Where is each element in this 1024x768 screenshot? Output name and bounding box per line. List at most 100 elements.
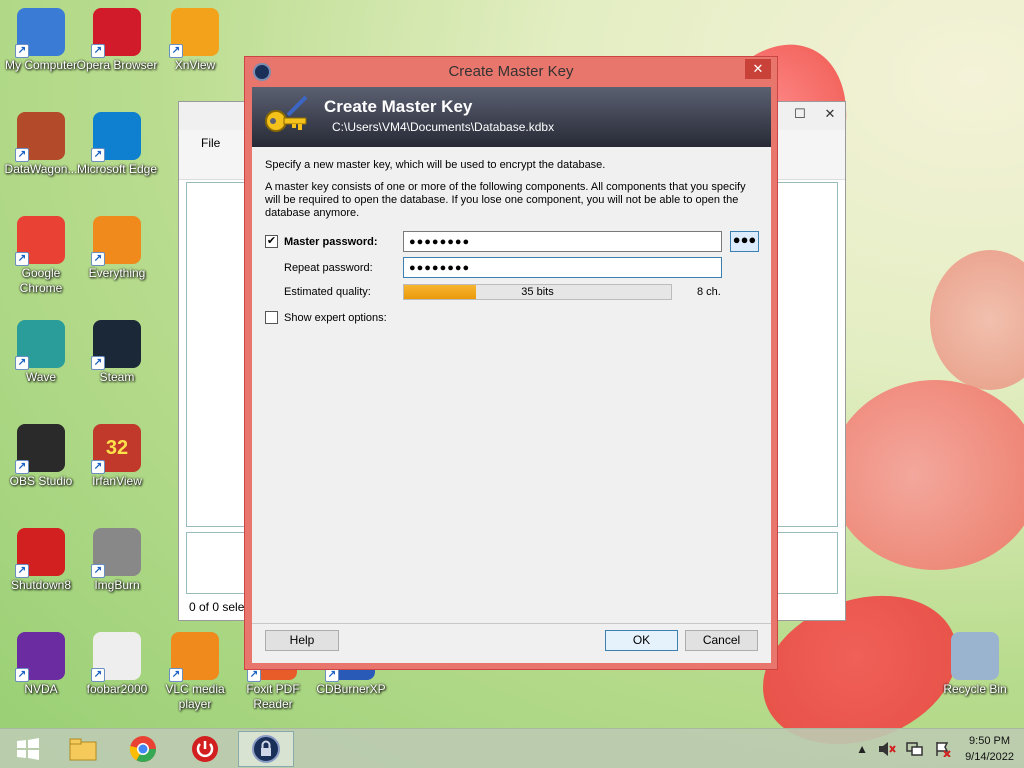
clock-date: 9/14/2022 xyxy=(965,751,1014,763)
file-explorer-taskbar-button[interactable] xyxy=(55,731,111,767)
shortcut-arrow-icon: ↗ xyxy=(91,564,105,578)
expert-options-checkbox[interactable] xyxy=(265,311,278,324)
password-length: 8 ch. xyxy=(697,286,721,298)
power-icon xyxy=(192,736,218,762)
close-icon[interactable]: ✕ xyxy=(815,102,845,126)
desktop-icon-label: Recycle Bin xyxy=(943,682,1007,696)
app-icon: ↗ xyxy=(15,528,65,578)
status-bar-text: 0 of 0 selec xyxy=(189,600,251,614)
banner-title: Create Master Key xyxy=(324,97,473,116)
repeat-password-label: Repeat password: xyxy=(284,262,373,274)
shortcut-arrow-icon: ↗ xyxy=(15,668,29,682)
master-password-checkbox[interactable]: ✔ xyxy=(265,235,278,248)
desktop-icon-label: ImgBurn xyxy=(94,578,140,592)
tray-expand-icon[interactable]: ▲ xyxy=(856,742,868,756)
wallpaper-petal xyxy=(930,250,1024,390)
ok-button[interactable]: OK xyxy=(605,630,678,651)
quality-label: Estimated quality: xyxy=(284,286,371,298)
desktop-icon[interactable]: ↗ Shutdown8 xyxy=(0,528,82,593)
shortcut-arrow-icon: ↗ xyxy=(169,668,183,682)
desktop-icon-label: Steam xyxy=(99,370,135,384)
taskbar: ▲ 9:50 PM 9/14/2022 xyxy=(0,728,1024,768)
app-icon: 32 ↗ xyxy=(91,424,141,474)
desktop-icon-label: IrfanView xyxy=(92,474,142,488)
desktop-icon[interactable]: ↗ VLC media player xyxy=(154,632,236,712)
wallpaper-petal xyxy=(830,380,1024,570)
desktop-icon-label: NVDA xyxy=(24,682,58,696)
desktop-icon[interactable]: ↗ My Computer xyxy=(0,8,82,73)
app-icon: ↗ xyxy=(91,112,141,162)
close-button[interactable]: ✕ xyxy=(745,59,771,79)
app-icon: ↗ xyxy=(15,8,65,58)
dialog-title-bar: Create Master Key ✕ xyxy=(245,57,777,87)
app-icon: ↗ xyxy=(15,216,65,266)
speaker-muted-icon[interactable] xyxy=(878,741,896,757)
desktop-icon[interactable]: ↗ Wave xyxy=(0,320,82,385)
desktop-icon[interactable]: 32 ↗ IrfanView xyxy=(76,424,158,489)
app-icon: ↗ xyxy=(15,112,65,162)
shortcut-arrow-icon: ↗ xyxy=(15,148,29,162)
desktop-icon[interactable]: ↗ ImgBurn xyxy=(76,528,158,593)
shortcut-arrow-icon: ↗ xyxy=(15,356,29,370)
app-icon: ↗ xyxy=(169,632,219,682)
desktop-icon-label: OBS Studio xyxy=(9,474,73,488)
app-icon: ↗ xyxy=(91,8,141,58)
shortcut-arrow-icon: ↗ xyxy=(91,668,105,682)
help-button[interactable]: Help xyxy=(265,630,339,651)
quality-bits: 35 bits xyxy=(521,286,554,298)
desktop-icon-label: CDBurnerXP xyxy=(316,682,386,696)
keepass-icon xyxy=(252,735,280,763)
shortcut-arrow-icon: ↗ xyxy=(91,44,105,58)
desktop-icon-label: Shutdown8 xyxy=(10,578,72,592)
desktop-icon-label: Everything xyxy=(88,266,146,280)
keepass-taskbar-button[interactable] xyxy=(238,731,294,767)
menu-file[interactable]: File xyxy=(201,136,220,150)
show-password-button[interactable]: ●●● xyxy=(730,231,759,252)
desktop-icon[interactable]: ↗ Everything xyxy=(76,216,158,281)
repeat-password-field[interactable]: ●●●●●●●● xyxy=(403,257,722,278)
maximize-icon[interactable]: ☐ xyxy=(785,102,815,126)
intro-text: Specify a new master key, which will be … xyxy=(265,159,606,171)
description-text: A master key consists of one or more of … xyxy=(265,181,746,219)
shortcut-arrow-icon: ↗ xyxy=(169,44,183,58)
app-icon: ↗ xyxy=(15,632,65,682)
desktop-icon-label: My Computer xyxy=(4,58,78,72)
shortcut-arrow-icon: ↗ xyxy=(91,356,105,370)
desktop-icon[interactable]: ↗ NVDA xyxy=(0,632,82,697)
expert-options-label: Show expert options: xyxy=(284,312,387,324)
desktop-icon[interactable]: ↗ XnView xyxy=(154,8,236,73)
app-icon: ↗ xyxy=(169,8,219,58)
desktop-icon-label: Foxit PDF Reader xyxy=(246,682,300,711)
app-icon xyxy=(951,632,999,680)
key-icon xyxy=(265,95,308,132)
desktop-icon[interactable]: ↗ OBS Studio xyxy=(0,424,82,489)
desktop-icon[interactable]: Recycle Bin xyxy=(934,632,1016,697)
dialog-body: Create Master Key C:\Users\VM4\Documents… xyxy=(252,87,771,663)
desktop-icon[interactable]: ↗ foobar2000 xyxy=(76,632,158,697)
shutdown-taskbar-button[interactable] xyxy=(177,731,233,767)
desktop-icon-label: VLC media player xyxy=(165,682,225,711)
clock[interactable]: 9:50 PM 9/14/2022 xyxy=(965,733,1014,765)
keepass-lock-icon xyxy=(253,63,271,81)
cancel-button[interactable]: Cancel xyxy=(685,630,758,651)
desktop-icon[interactable]: ↗ DataWagon... xyxy=(0,112,82,177)
master-password-label: Master password: xyxy=(284,236,378,248)
footer-divider xyxy=(252,623,771,624)
dialog-banner: Create Master Key C:\Users\VM4\Documents… xyxy=(252,87,771,147)
app-icon: ↗ xyxy=(91,528,141,578)
action-center-flag-icon[interactable] xyxy=(934,741,952,757)
shortcut-arrow-icon: ↗ xyxy=(15,44,29,58)
app-icon: ↗ xyxy=(15,320,65,370)
desktop-icon[interactable]: ↗ Google Chrome xyxy=(0,216,82,296)
dialog-title: Create Master Key xyxy=(448,63,574,80)
shortcut-arrow-icon: ↗ xyxy=(247,668,261,682)
desktop-icon[interactable]: ↗ Steam xyxy=(76,320,158,385)
chrome-taskbar-button[interactable] xyxy=(115,731,171,767)
network-icon[interactable] xyxy=(906,741,924,757)
master-password-field[interactable]: ●●●●●●●● xyxy=(403,231,722,252)
desktop-icon[interactable]: ↗ Microsoft Edge xyxy=(76,112,158,177)
desktop-icon[interactable]: ↗ Opera Browser xyxy=(76,8,158,73)
desktop-icon-label: Opera Browser xyxy=(76,58,158,72)
shortcut-arrow-icon: ↗ xyxy=(91,460,105,474)
start-button[interactable] xyxy=(0,731,56,767)
